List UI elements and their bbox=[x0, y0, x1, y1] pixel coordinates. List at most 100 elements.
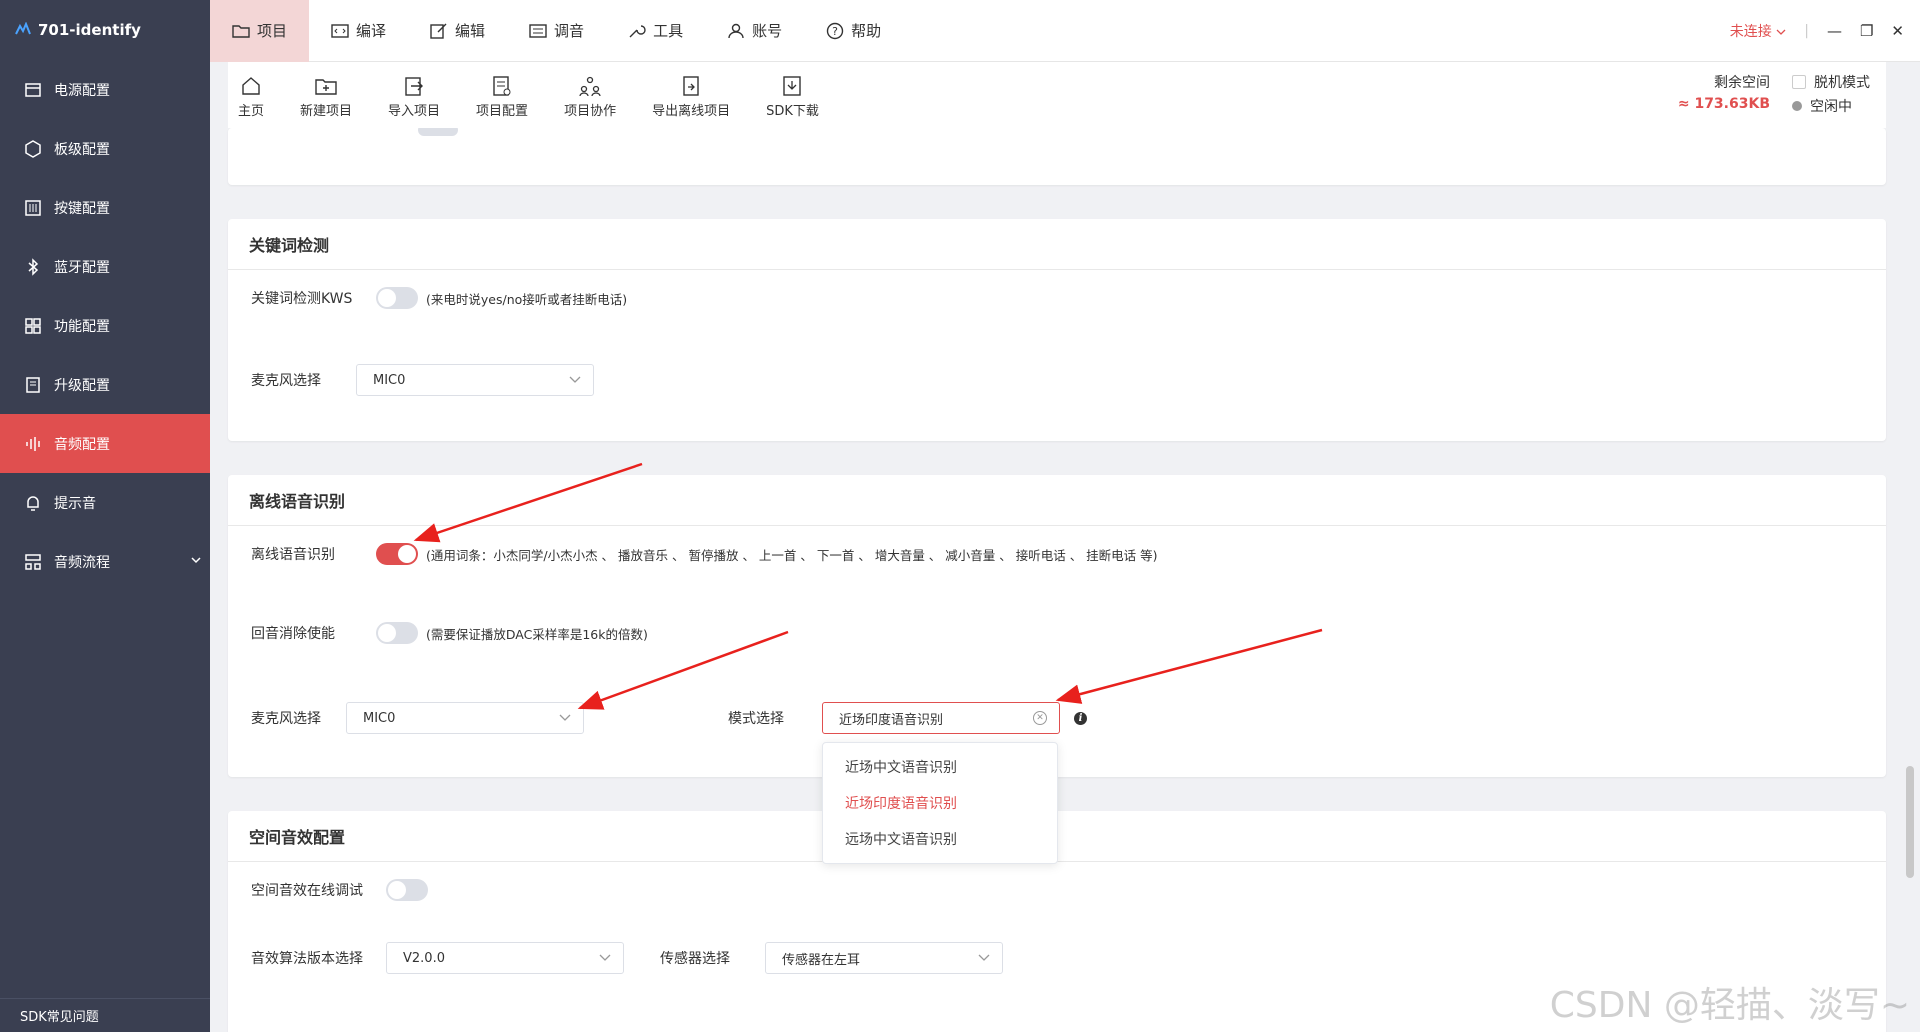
connection-status[interactable]: 未连接 bbox=[1730, 21, 1786, 41]
aec-label: 回音消除使能 bbox=[251, 626, 335, 642]
asr-label: 离线语音识别 bbox=[251, 547, 335, 563]
menu-project[interactable]: 项目 bbox=[210, 0, 310, 62]
sidebar-item-label: 按键配置 bbox=[54, 200, 110, 217]
menu-help[interactable]: ? 帮助 bbox=[804, 0, 903, 62]
clear-icon[interactable]: ✕ bbox=[1033, 711, 1047, 725]
tool-collaboration[interactable]: 项目协作 bbox=[564, 72, 616, 119]
sidebar-item-power[interactable]: 电源配置 bbox=[0, 60, 210, 119]
spatial-sensor-select[interactable]: 传感器在左耳 bbox=[765, 942, 1003, 974]
upgrade-icon bbox=[22, 374, 44, 396]
code-icon bbox=[331, 23, 349, 39]
sidebar-item-label: 电源配置 bbox=[54, 82, 110, 99]
kws-toggle[interactable] bbox=[376, 287, 418, 309]
mode-option[interactable]: 近场中文语音识别 bbox=[823, 749, 1057, 785]
spatial-algo-select[interactable]: V2.0.0 bbox=[386, 942, 624, 974]
sidebar-item-bluetooth[interactable]: 蓝牙配置 bbox=[0, 237, 210, 296]
menu-edit[interactable]: 编辑 bbox=[408, 0, 507, 62]
sidebar-item-label: 音频流程 bbox=[54, 554, 110, 571]
mode-option-selected[interactable]: 近场印度语音识别 bbox=[823, 785, 1057, 821]
app-brand: 701-identify bbox=[0, 0, 210, 60]
tool-label: 项目协作 bbox=[564, 103, 617, 119]
wrench-icon bbox=[628, 23, 646, 39]
sidebar-item-audio[interactable]: 音频配置 bbox=[0, 414, 210, 473]
kws-row: 关键词检测KWS (来电时说yes/no接听或者挂断电话) bbox=[251, 287, 627, 309]
sidebar-item-label: 蓝牙配置 bbox=[54, 259, 110, 276]
minimize-icon[interactable]: — bbox=[1827, 22, 1842, 40]
offline-mode-toggle[interactable]: 脱机模式 bbox=[1792, 72, 1870, 92]
kws-mic-select[interactable]: MIC0 bbox=[356, 364, 594, 396]
sidebar-item-prompt-tone[interactable]: 提示音 bbox=[0, 473, 210, 532]
import-icon bbox=[403, 72, 425, 100]
new-folder-icon bbox=[314, 72, 338, 100]
close-icon[interactable]: ✕ bbox=[1891, 22, 1904, 40]
asr-mode-select[interactable]: 近场印度语音识别 ✕ bbox=[822, 702, 1060, 734]
sidebar-item-board[interactable]: 板级配置 bbox=[0, 119, 210, 178]
export-file-icon bbox=[680, 72, 702, 100]
menu-tuning[interactable]: 调音 bbox=[507, 0, 606, 62]
restore-icon[interactable]: ❐ bbox=[1860, 22, 1873, 40]
menubar: 项目 编译 编辑 调音 工具 账号 ? 帮助 未连接 | — ❐ ✕ bbox=[210, 0, 1920, 62]
tool-label: SDK下载 bbox=[766, 103, 819, 119]
sidebar-item-upgrade[interactable]: 升级配置 bbox=[0, 355, 210, 414]
sidebar-item-label: 升级配置 bbox=[54, 377, 110, 394]
sidebar-item-audio-flow[interactable]: 音频流程 bbox=[0, 532, 210, 591]
chevron-down-icon bbox=[559, 711, 571, 726]
menu-label: 调音 bbox=[554, 22, 585, 40]
window-controls: 未连接 | — ❐ ✕ bbox=[1730, 0, 1904, 62]
bell-icon bbox=[22, 492, 44, 514]
bluetooth-logo-icon bbox=[14, 20, 32, 40]
tool-label: 导入项目 bbox=[388, 103, 441, 119]
tool-export-offline[interactable]: 导出离线项目 bbox=[652, 72, 730, 119]
divider: | bbox=[1804, 23, 1809, 39]
tool-home[interactable]: 主页 bbox=[238, 72, 264, 119]
info-icon[interactable]: i bbox=[1074, 711, 1087, 725]
menu-compile[interactable]: 编译 bbox=[309, 0, 408, 62]
offline-mode-checkbox[interactable] bbox=[1792, 75, 1806, 89]
spatial-online-label: 空间音效在线调试 bbox=[251, 883, 363, 899]
menu-label: 编辑 bbox=[455, 22, 486, 40]
spatial-online-toggle[interactable] bbox=[386, 879, 428, 901]
space-value: ≈ 173.63KB bbox=[1677, 96, 1770, 112]
tool-project-config[interactable]: 项目配置 bbox=[476, 72, 528, 119]
config-file-icon bbox=[491, 72, 513, 100]
power-config-icon bbox=[22, 79, 44, 101]
asr-toggle[interactable] bbox=[376, 543, 418, 565]
tool-import-project[interactable]: 导入项目 bbox=[388, 72, 440, 119]
tuning-icon bbox=[529, 23, 547, 39]
sidebar-item-keys[interactable]: 按键配置 bbox=[0, 178, 210, 237]
chevron-down-icon bbox=[569, 373, 581, 388]
asr-mic-select[interactable]: MIC0 bbox=[346, 702, 584, 734]
audio-wave-icon bbox=[22, 433, 44, 455]
menu-account[interactable]: 账号 bbox=[705, 0, 804, 62]
toolbar: 主页 新建项目 导入项目 项目配置 项目协作 导出离线项目 SDK下载 剩余空间… bbox=[228, 62, 1886, 128]
tool-sdk-download[interactable]: SDK下载 bbox=[766, 72, 819, 119]
kws-mic-row: 麦克风选择 MIC0 bbox=[251, 364, 594, 396]
aec-row: 回音消除使能 (需要保证播放DAC采样率是16k的倍数) bbox=[251, 622, 648, 644]
sidebar-item-label: 功能配置 bbox=[54, 318, 110, 335]
kws-hint: (来电时说yes/no接听或者挂断电话) bbox=[426, 291, 628, 307]
spatial-algo-row: 音效算法版本选择 V2.0.0 传感器选择 传感器在左耳 bbox=[251, 942, 1003, 974]
sdk-faq-link[interactable]: SDK常见问题 bbox=[0, 998, 210, 1032]
asr-row: 离线语音识别 (通用词条：小杰同学/小杰小杰 、 播放音乐 、 暂停播放 、 上… bbox=[251, 543, 1158, 565]
sidebar-item-label: 音频配置 bbox=[54, 436, 110, 453]
menu-label: 项目 bbox=[257, 22, 288, 40]
content-scrollbar[interactable] bbox=[1906, 766, 1914, 878]
spatial-algo-label: 音效算法版本选择 bbox=[251, 951, 363, 967]
previous-section-card bbox=[228, 128, 1886, 185]
mode-option[interactable]: 远场中文语音识别 bbox=[823, 821, 1057, 857]
asr-card-title: 离线语音识别 bbox=[228, 475, 1886, 526]
menu-tools[interactable]: 工具 bbox=[606, 0, 705, 62]
partial-toggle[interactable] bbox=[418, 128, 458, 136]
home-icon bbox=[240, 72, 262, 100]
sidebar-item-function[interactable]: 功能配置 bbox=[0, 296, 210, 355]
download-icon bbox=[781, 72, 803, 100]
aec-toggle[interactable] bbox=[376, 622, 418, 644]
tool-new-project[interactable]: 新建项目 bbox=[300, 72, 352, 119]
chevron-down-icon bbox=[190, 554, 202, 570]
tool-label: 主页 bbox=[238, 103, 265, 119]
sidebar-item-label: 提示音 bbox=[54, 495, 96, 512]
edit-icon bbox=[430, 23, 448, 39]
grid-icon bbox=[22, 315, 44, 337]
spatial-online-row: 空间音效在线调试 bbox=[251, 879, 428, 901]
asr-mode-label: 模式选择 bbox=[728, 711, 784, 727]
